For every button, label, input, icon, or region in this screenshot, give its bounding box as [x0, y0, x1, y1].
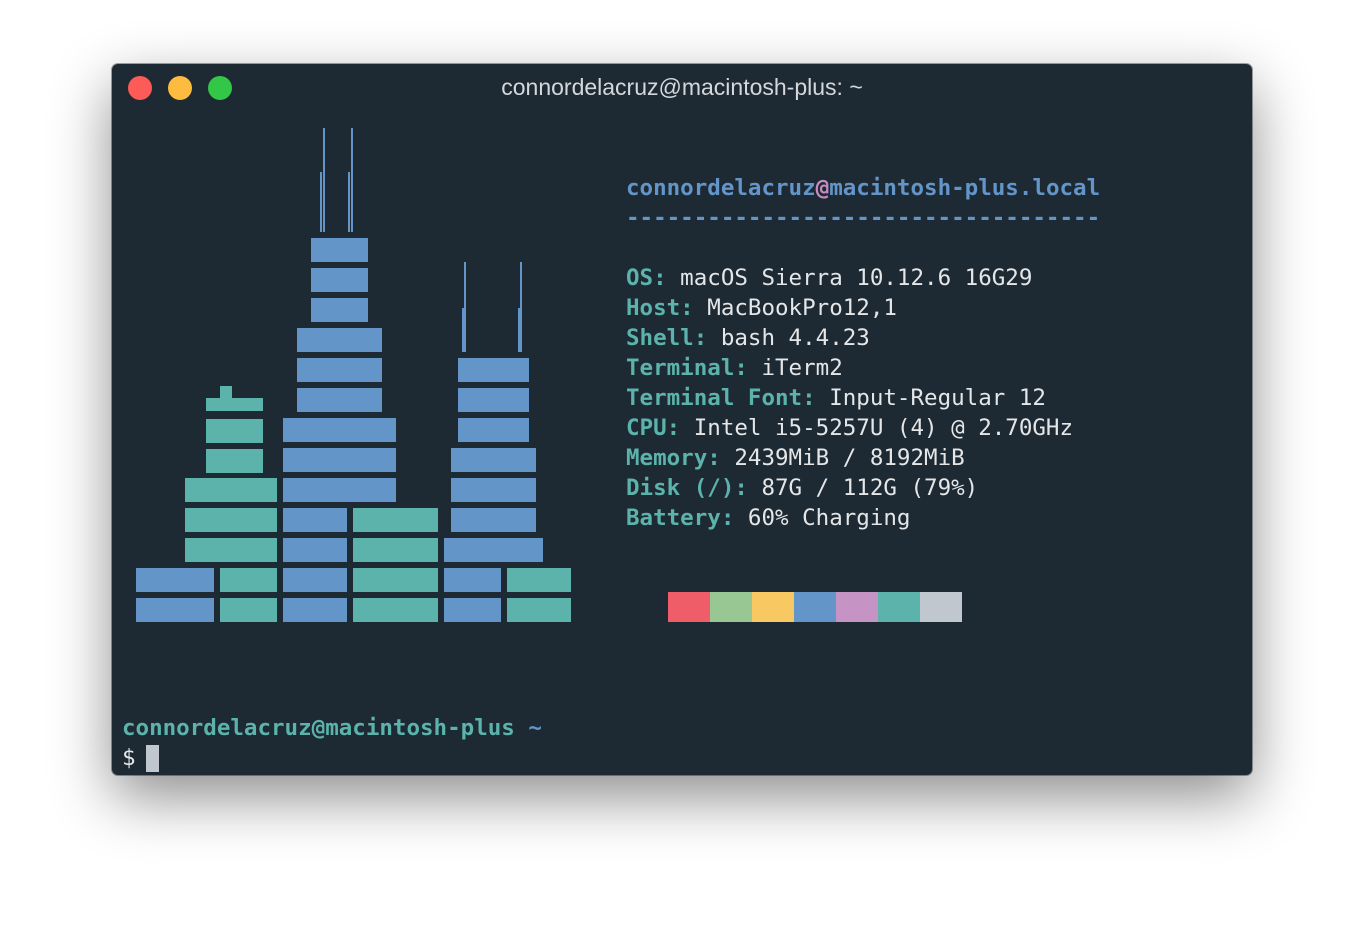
info-key: Shell: — [626, 325, 708, 351]
info-at: @ — [815, 175, 830, 201]
info-value: Input-Regular 12 — [815, 385, 1046, 411]
art-block — [283, 568, 347, 592]
art-block — [136, 568, 214, 592]
info-key: Memory: — [626, 445, 721, 471]
color-swatch — [920, 592, 962, 622]
art-block — [220, 598, 277, 622]
art-block — [311, 268, 368, 292]
art-block — [444, 538, 543, 562]
art-block — [297, 358, 382, 382]
art-block — [311, 298, 368, 322]
art-block — [451, 478, 536, 502]
art-block — [458, 418, 529, 442]
art-block — [507, 568, 571, 592]
art-block — [185, 538, 277, 562]
color-swatch — [668, 592, 710, 622]
color-swatch — [878, 592, 920, 622]
info-separator: ----------------------------------- — [626, 205, 1101, 231]
prompt-line: connordelacruz@macintosh-plus ~ — [122, 713, 542, 743]
info-user: connordelacruz — [626, 175, 816, 201]
prompt-cwd: ~ — [528, 715, 542, 741]
info-value: iTerm2 — [747, 355, 843, 381]
terminal-window: connordelacruz@macintosh-plus: ~ connord… — [112, 64, 1252, 775]
art-block — [444, 598, 501, 622]
info-value: macOS Sierra 10.12.6 16G29 — [666, 265, 1033, 291]
info-row: Memory: 2439MiB / 8192MiB — [626, 443, 965, 473]
art-block — [353, 568, 438, 592]
art-block — [353, 598, 438, 622]
info-row: Disk (/): 87G / 112G (79%) — [626, 473, 978, 503]
color-swatch — [710, 592, 752, 622]
info-key: OS: — [626, 265, 667, 291]
info-row: Terminal: iTerm2 — [626, 353, 843, 383]
color-swatch — [794, 592, 836, 622]
art-block — [353, 538, 438, 562]
art-block — [136, 598, 214, 622]
art-block — [220, 568, 277, 592]
info-row: Host: MacBookPro12,1 — [626, 293, 897, 323]
art-block — [507, 598, 571, 622]
info-key: CPU: — [626, 415, 681, 441]
info-key: Battery: — [626, 505, 735, 531]
color-palette — [668, 592, 962, 622]
info-value: 60% Charging — [734, 505, 911, 531]
art-block — [451, 448, 536, 472]
art-block — [283, 508, 347, 532]
art-block — [283, 538, 347, 562]
art-block — [185, 478, 277, 502]
info-row: CPU: Intel i5-5257U (4) @ 2.70GHz — [626, 413, 1073, 443]
art-block — [451, 508, 536, 532]
art-block — [283, 598, 347, 622]
art-block — [297, 328, 382, 352]
art-block — [283, 418, 396, 442]
info-row: OS: macOS Sierra 10.12.6 16G29 — [626, 263, 1032, 293]
art-block — [297, 388, 382, 412]
info-row: Terminal Font: Input-Regular 12 — [626, 383, 1046, 413]
info-key: Disk (/): — [626, 475, 748, 501]
text-cursor[interactable] — [145, 745, 159, 772]
info-value: 87G / 112G (79%) — [747, 475, 979, 501]
info-header: connordelacruz@macintosh-plus.local — [626, 173, 1100, 203]
color-swatch — [752, 592, 794, 622]
art-block — [185, 508, 277, 532]
art-block — [444, 568, 501, 592]
art-block — [353, 508, 438, 532]
art-block — [283, 478, 396, 502]
art-block — [458, 388, 529, 412]
info-value: MacBookPro12,1 — [693, 295, 897, 321]
art-block — [283, 448, 396, 472]
art-block — [206, 419, 263, 443]
command-line[interactable]: $ — [122, 743, 159, 773]
color-swatch — [836, 592, 878, 622]
info-row: Shell: bash 4.4.23 — [626, 323, 870, 353]
info-row: Battery: 60% Charging — [626, 503, 910, 533]
info-key: Terminal: — [626, 355, 748, 381]
info-key: Host: — [626, 295, 694, 321]
art-block — [206, 449, 263, 473]
art-block — [220, 386, 232, 398]
info-value: Intel i5-5257U (4) @ 2.70GHz — [680, 415, 1074, 441]
prompt-user-host: connordelacruz@macintosh-plus — [122, 715, 515, 741]
info-host: macintosh-plus.local — [829, 175, 1101, 201]
art-block — [458, 358, 529, 382]
info-key: Terminal Font: — [626, 385, 816, 411]
info-value: bash 4.4.23 — [707, 325, 870, 351]
info-value: 2439MiB / 8192MiB — [720, 445, 965, 471]
art-block — [206, 398, 263, 411]
prompt-symbol: $ — [122, 745, 136, 771]
art-block — [311, 238, 368, 262]
